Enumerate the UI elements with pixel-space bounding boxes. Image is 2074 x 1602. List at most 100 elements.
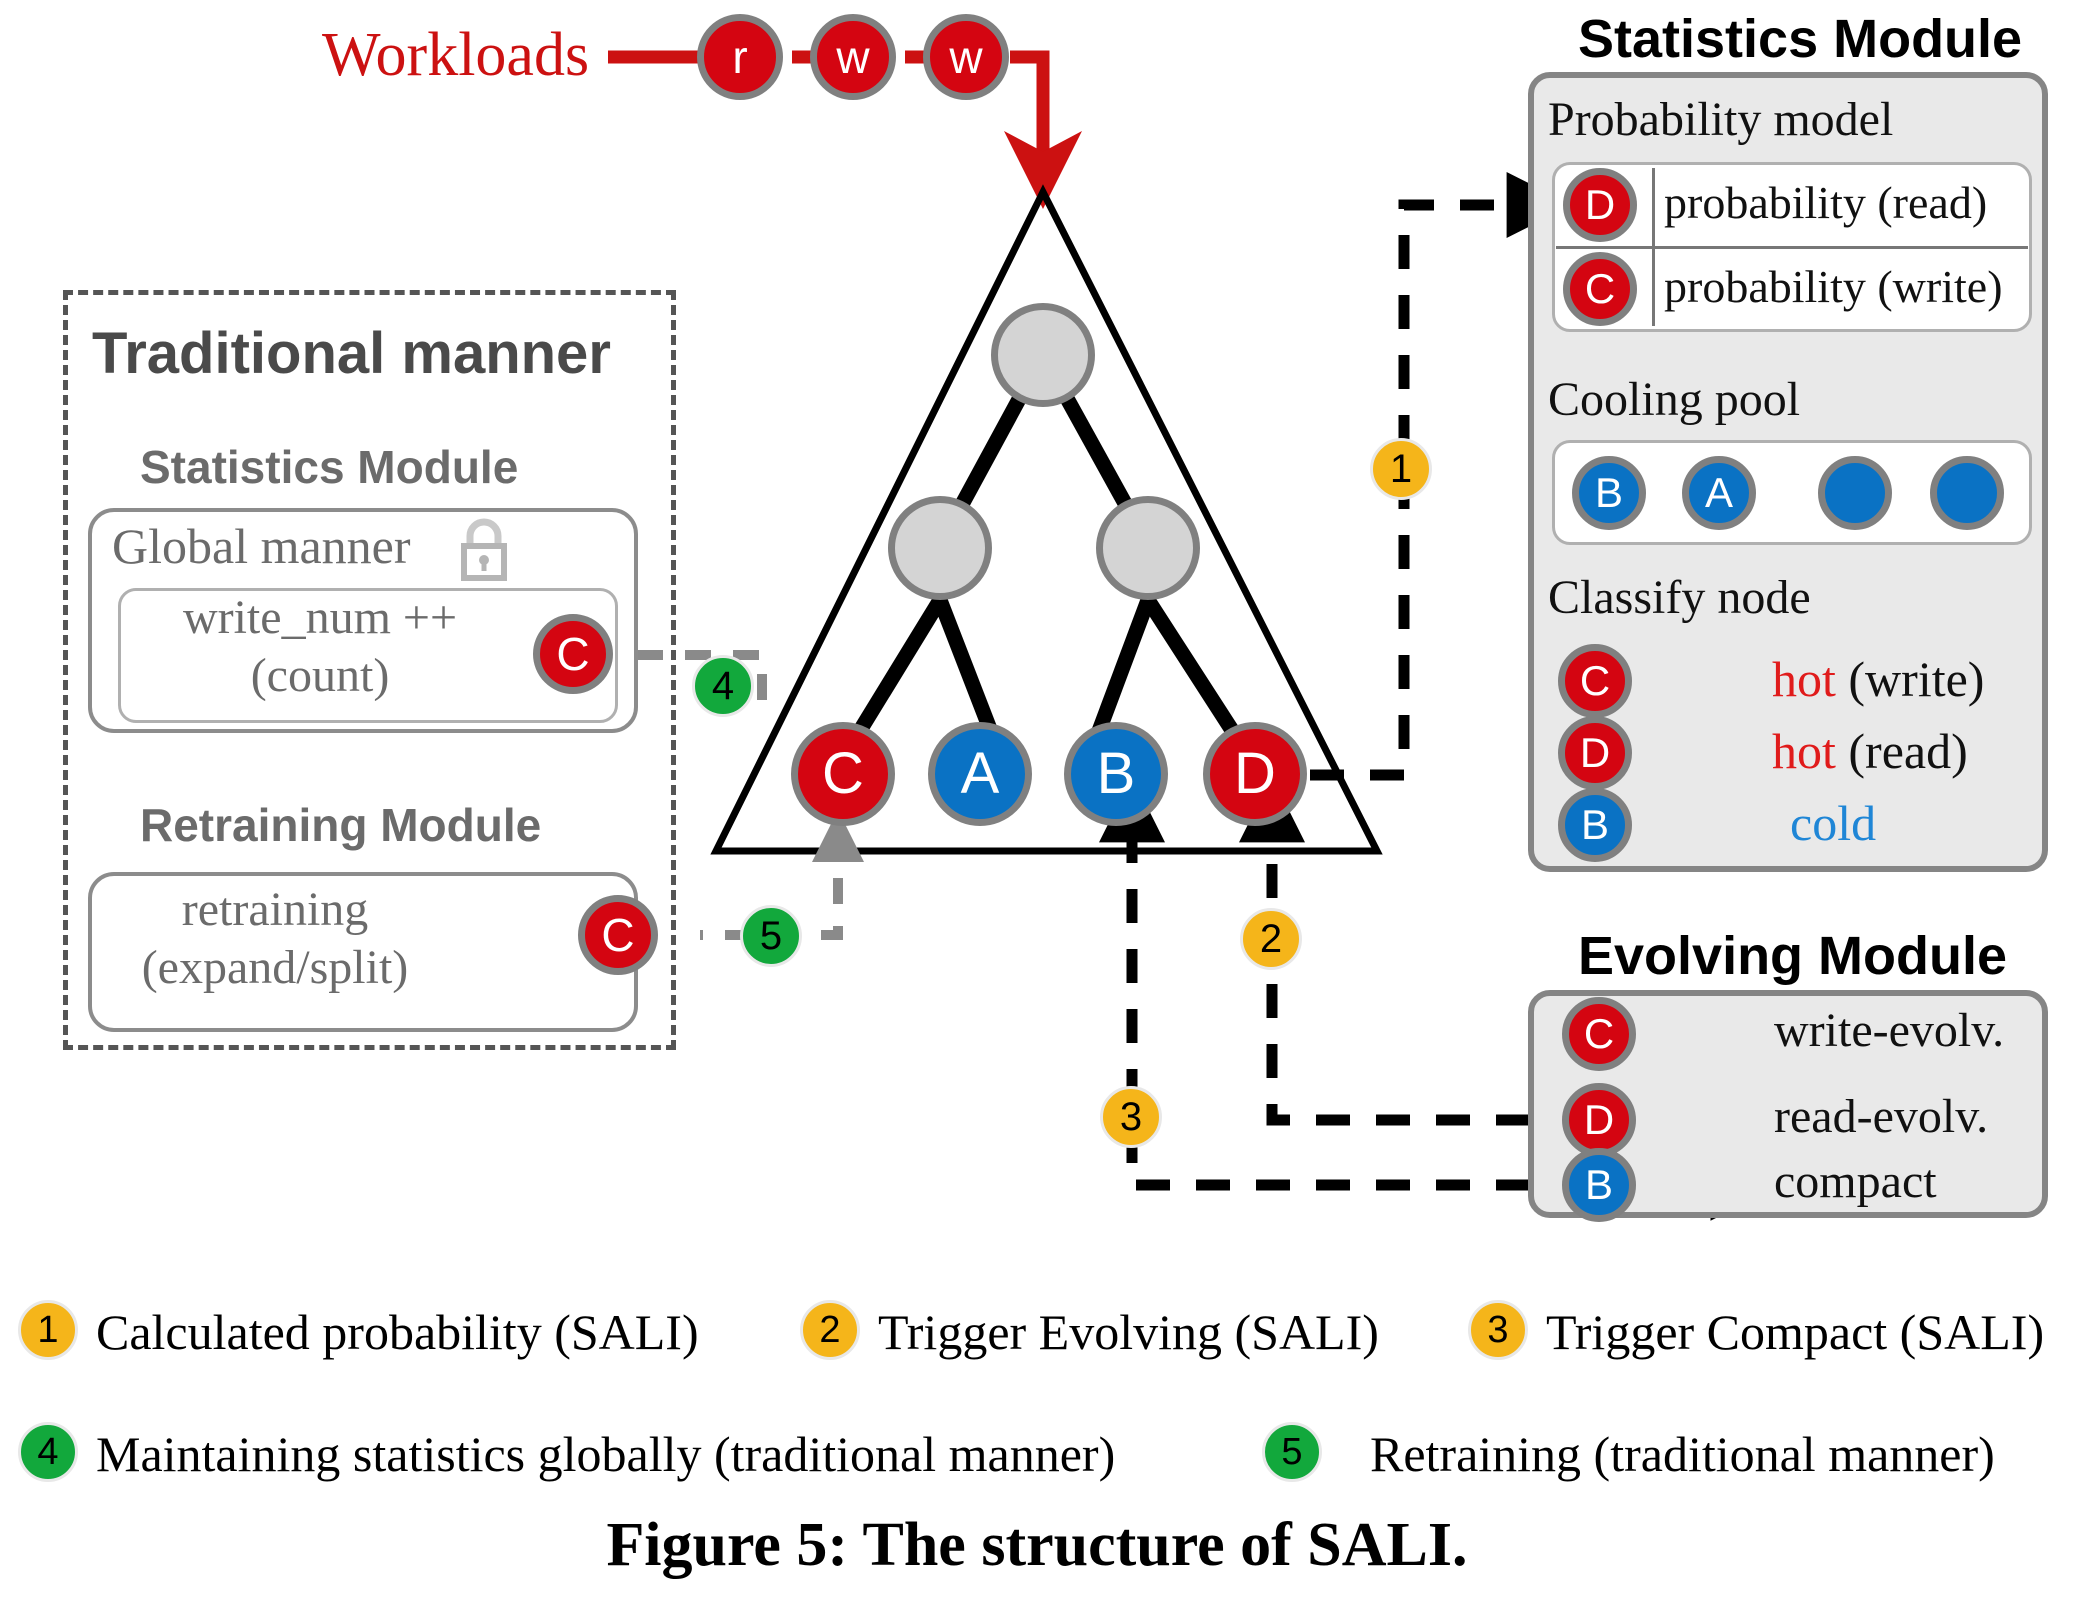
node-label: D	[1579, 729, 1611, 776]
evolving-row-text-read: read-evolv.	[1774, 1090, 1989, 1143]
node-label: C	[1583, 1010, 1615, 1057]
classify-result-keyword: hot	[1772, 723, 1836, 779]
workload-op-label: r	[732, 31, 748, 83]
tree-leaf-d: D	[1203, 722, 1307, 826]
retraining-module-title: Retraining Module	[140, 799, 542, 851]
evolving-row-node-c: C	[1562, 997, 1636, 1071]
flow-1-dashed	[1310, 172, 1573, 781]
legend-badge-1: 1	[18, 1300, 78, 1360]
legend-badge-label: 4	[37, 1431, 59, 1473]
legend-text-3: Trigger Compact (SALI)	[1546, 1304, 2045, 1360]
write-num-line-1: write_num ++	[182, 591, 458, 644]
node-label: C	[1579, 657, 1611, 704]
probability-table-divider-horizontal	[1556, 246, 2028, 249]
workload-op-label: w	[836, 31, 870, 83]
node-label: D	[1234, 741, 1276, 806]
legend-text-5: Retraining (traditional manner)	[1370, 1426, 1995, 1482]
classify-row-result-hot-write: hot (write)	[1772, 650, 1984, 708]
lock-icon	[456, 518, 512, 585]
step-badge-5: 5	[740, 905, 802, 967]
cooling-pool-node-empty-2	[1930, 456, 2004, 530]
node-label: C	[1584, 265, 1616, 312]
step-badge-label: 3	[1119, 1095, 1143, 1139]
node-label: C	[822, 741, 864, 806]
traditional-manner-title: Traditional manner	[92, 321, 611, 386]
probability-row-text-write: probability (write)	[1664, 261, 2003, 312]
cooling-pool-node-b: B	[1572, 456, 1646, 530]
cooling-pool-node-a: A	[1682, 456, 1756, 530]
node-label: D	[1584, 181, 1616, 228]
legend-badge-2: 2	[800, 1300, 860, 1360]
tree-leaf-c: C	[791, 722, 895, 826]
node-label: B	[1580, 801, 1609, 848]
probability-row-node-c: C	[1563, 252, 1637, 326]
step-badge-label: 2	[1259, 917, 1283, 961]
node-label: D	[1583, 1096, 1615, 1143]
step-badge-label: 1	[1389, 447, 1413, 491]
workload-op-w-2: w	[923, 14, 1009, 100]
workload-op-label: w	[949, 31, 983, 83]
step-badge-label: 5	[759, 914, 783, 958]
legend-badge-label: 3	[1487, 1309, 1509, 1351]
retraining-node-c: C	[578, 895, 658, 975]
step-badge-4: 4	[692, 655, 754, 717]
step-badge-2: 2	[1240, 908, 1302, 970]
node-label: B	[1594, 469, 1623, 516]
write-num-node-c: C	[533, 614, 613, 694]
step-badge-3: 3	[1100, 1086, 1162, 1148]
probability-model-heading: Probability model	[1548, 93, 1894, 146]
node-label: C	[556, 628, 590, 680]
node-label: B	[1584, 1161, 1613, 1208]
evolving-row-text-write: write-evolv.	[1774, 1004, 2005, 1057]
evolving-row-node-d: D	[1562, 1083, 1636, 1157]
legend-text-4: Maintaining statistics globally (traditi…	[96, 1426, 1116, 1482]
retraining-line-2: (expand/split)	[141, 941, 409, 994]
legend-text-2: Trigger Evolving (SALI)	[878, 1304, 1379, 1360]
global-manner-label: Global manner	[112, 518, 411, 574]
step-badge-1: 1	[1370, 438, 1432, 500]
classify-row-node-c: C	[1558, 644, 1632, 718]
tree-internal-node-root	[991, 303, 1095, 407]
tree-leaf-a: A	[928, 722, 1032, 826]
legend-badge-label: 2	[819, 1309, 841, 1351]
probability-row-node-d: D	[1563, 168, 1637, 242]
classify-result-suffix: (write)	[1835, 651, 1985, 707]
workloads-label: Workloads	[322, 21, 590, 89]
traditional-statistics-title: Statistics Module	[140, 441, 519, 493]
node-label: A	[960, 741, 1000, 806]
workload-op-r: r	[697, 14, 783, 100]
flow-3-dashed	[1099, 776, 1530, 1191]
legend-badge-label: 1	[37, 1309, 59, 1351]
statistics-module-title: Statistics Module	[1578, 9, 2023, 69]
figure-caption: Figure 5: The structure of SALI.	[606, 1511, 1468, 1579]
probability-row-text-read: probability (read)	[1664, 177, 1988, 228]
classify-row-result-hot-read: hot (read)	[1772, 722, 1968, 780]
node-label: A	[1704, 469, 1733, 516]
tree-leaf-b: B	[1064, 722, 1168, 826]
classify-result-suffix: (read)	[1835, 723, 1968, 779]
classify-result-keyword: cold	[1790, 795, 1877, 851]
classify-result-keyword: hot	[1772, 651, 1836, 707]
workload-op-w-1: w	[810, 14, 896, 100]
evolving-row-text-compact: compact	[1774, 1155, 1937, 1208]
legend-badge-label: 5	[1281, 1431, 1303, 1473]
tree-internal-node-right	[1096, 496, 1200, 600]
step-badge-label: 4	[711, 664, 735, 708]
evolving-module-title: Evolving Module	[1578, 926, 2008, 986]
node-label: C	[601, 909, 635, 961]
node-label: B	[1096, 741, 1136, 806]
legend-badge-3: 3	[1468, 1300, 1528, 1360]
evolving-row-node-b: B	[1562, 1148, 1636, 1222]
classify-row-result-cold: cold	[1790, 794, 1876, 852]
cooling-pool-heading: Cooling pool	[1548, 373, 1801, 426]
write-num-line-2: (count)	[250, 649, 390, 702]
classify-row-node-b: B	[1558, 788, 1632, 862]
legend-text-1: Calculated probability (SALI)	[96, 1304, 699, 1360]
legend-badge-4: 4	[18, 1422, 78, 1482]
tree-internal-node-left	[888, 496, 992, 600]
retraining-line-1: retraining	[181, 883, 369, 936]
cooling-pool-node-empty-1	[1818, 456, 1892, 530]
legend-badge-5: 5	[1262, 1422, 1322, 1482]
classify-row-node-d: D	[1558, 716, 1632, 790]
classify-node-heading: Classify node	[1548, 571, 1811, 624]
